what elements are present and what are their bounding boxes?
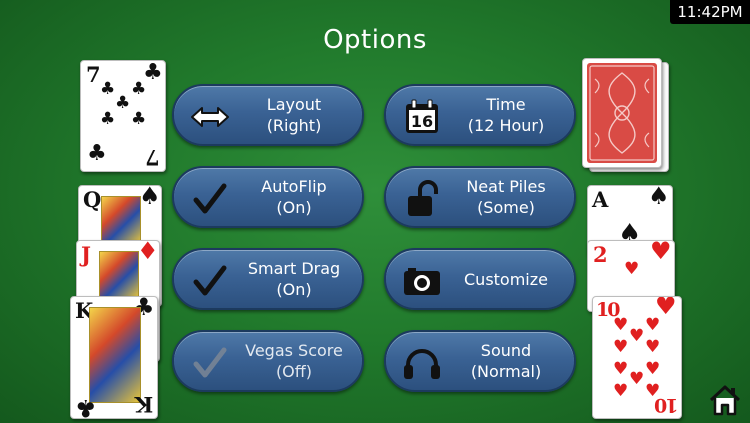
heart-icon: ♥: [613, 359, 629, 379]
card-rank: K: [134, 392, 153, 417]
card-rank: 7: [86, 62, 101, 87]
spade-icon: ♠: [139, 185, 161, 210]
vegas-score-option-label: Vegas Score: [245, 341, 343, 360]
heart-icon: ♥: [629, 369, 645, 389]
autoflip-option-label: AutoFlip: [261, 177, 327, 196]
card-deck-back[interactable]: [582, 58, 662, 168]
time-option-label: Time: [486, 95, 526, 114]
page-title: Options: [323, 25, 427, 55]
card-rank: Q: [83, 187, 102, 212]
club-icon: ♣: [131, 79, 147, 99]
time-option-button[interactable]: 16 Time (12 Hour): [384, 84, 576, 146]
card-rank: 7: [145, 145, 160, 170]
smart-drag-option-button[interactable]: Smart Drag (On): [172, 248, 364, 310]
heart-icon: ♥: [613, 315, 629, 335]
heart-icon: ♥: [645, 359, 661, 379]
card-rank: J: [81, 242, 91, 267]
card-rank: 2: [593, 242, 608, 267]
autoflip-option-value: (On): [276, 198, 312, 217]
card-rank: A: [592, 187, 609, 212]
heart-icon: ♥: [650, 240, 672, 265]
svg-text:16: 16: [411, 112, 433, 131]
padlock-open-icon: [402, 179, 442, 219]
queen-face-image: [101, 196, 141, 244]
spade-icon: ♠: [648, 185, 670, 210]
neat-piles-option-label: Neat Piles: [466, 177, 546, 196]
smart-drag-option-label: Smart Drag: [247, 259, 341, 278]
smart-drag-option-value: (On): [276, 280, 312, 299]
checkmark-icon: [190, 343, 230, 383]
heart-icon: ♥: [645, 337, 661, 357]
vegas-score-option-value: (Off): [275, 362, 313, 381]
calendar-icon: 16: [402, 97, 442, 137]
camera-icon: [402, 261, 442, 301]
heart-icon: ♥: [629, 326, 645, 346]
layout-option-value: (Right): [266, 116, 322, 135]
neat-piles-option-button[interactable]: Neat Piles (Some): [384, 166, 576, 228]
card-rank: 10: [655, 394, 678, 416]
status-clock: 11:42PM: [670, 0, 750, 24]
heart-icon: ♥: [613, 381, 629, 401]
card-ten-of-hearts[interactable]: 10 ♥ ♥ ♥ ♥ ♥ ♥ ♥ ♥ ♥ ♥ ♥ 10: [592, 296, 682, 419]
checkmark-icon: [190, 179, 230, 219]
club-icon: ♣: [100, 109, 116, 129]
club-icon: ♣: [87, 141, 107, 166]
diamond-icon: ♦: [137, 240, 159, 265]
autoflip-option-button[interactable]: AutoFlip (On): [172, 166, 364, 228]
heart-icon: ♥: [624, 259, 640, 279]
card-seven-of-clubs[interactable]: 7 7 ♣ ♣ ♣ ♣ ♣ ♣ ♣: [80, 60, 166, 172]
layout-option-button[interactable]: Layout (Right): [172, 84, 364, 146]
card-king-of-clubs[interactable]: K ♣ ♣ K: [70, 296, 158, 419]
sound-option-button[interactable]: Sound (Normal): [384, 330, 576, 392]
club-icon: ♣: [75, 394, 97, 419]
layout-option-label: Layout: [266, 95, 322, 114]
checkmark-icon: [190, 261, 230, 301]
time-option-value: (12 Hour): [467, 116, 545, 135]
club-icon: ♣: [115, 93, 131, 113]
sound-option-value: (Normal): [470, 362, 542, 381]
heart-icon: ♥: [645, 315, 661, 335]
jack-face-image: [99, 251, 139, 299]
home-button[interactable]: [708, 383, 742, 417]
card-back-pattern: [587, 63, 657, 163]
vegas-score-option-button[interactable]: Vegas Score (Off): [172, 330, 364, 392]
customize-option-button[interactable]: Customize: [384, 248, 576, 310]
customize-option-label: Customize: [464, 269, 548, 289]
club-icon: ♣: [100, 79, 116, 99]
heart-icon: ♥: [655, 296, 677, 320]
heart-icon: ♥: [613, 337, 629, 357]
king-face-image: [89, 307, 141, 403]
arrows-horizontal-icon: [190, 97, 230, 137]
home-icon: [709, 385, 741, 416]
neat-piles-option-value: (Some): [477, 198, 535, 217]
club-icon: ♣: [131, 109, 147, 129]
sound-option-label: Sound: [480, 341, 532, 360]
headphones-icon: [402, 343, 442, 383]
